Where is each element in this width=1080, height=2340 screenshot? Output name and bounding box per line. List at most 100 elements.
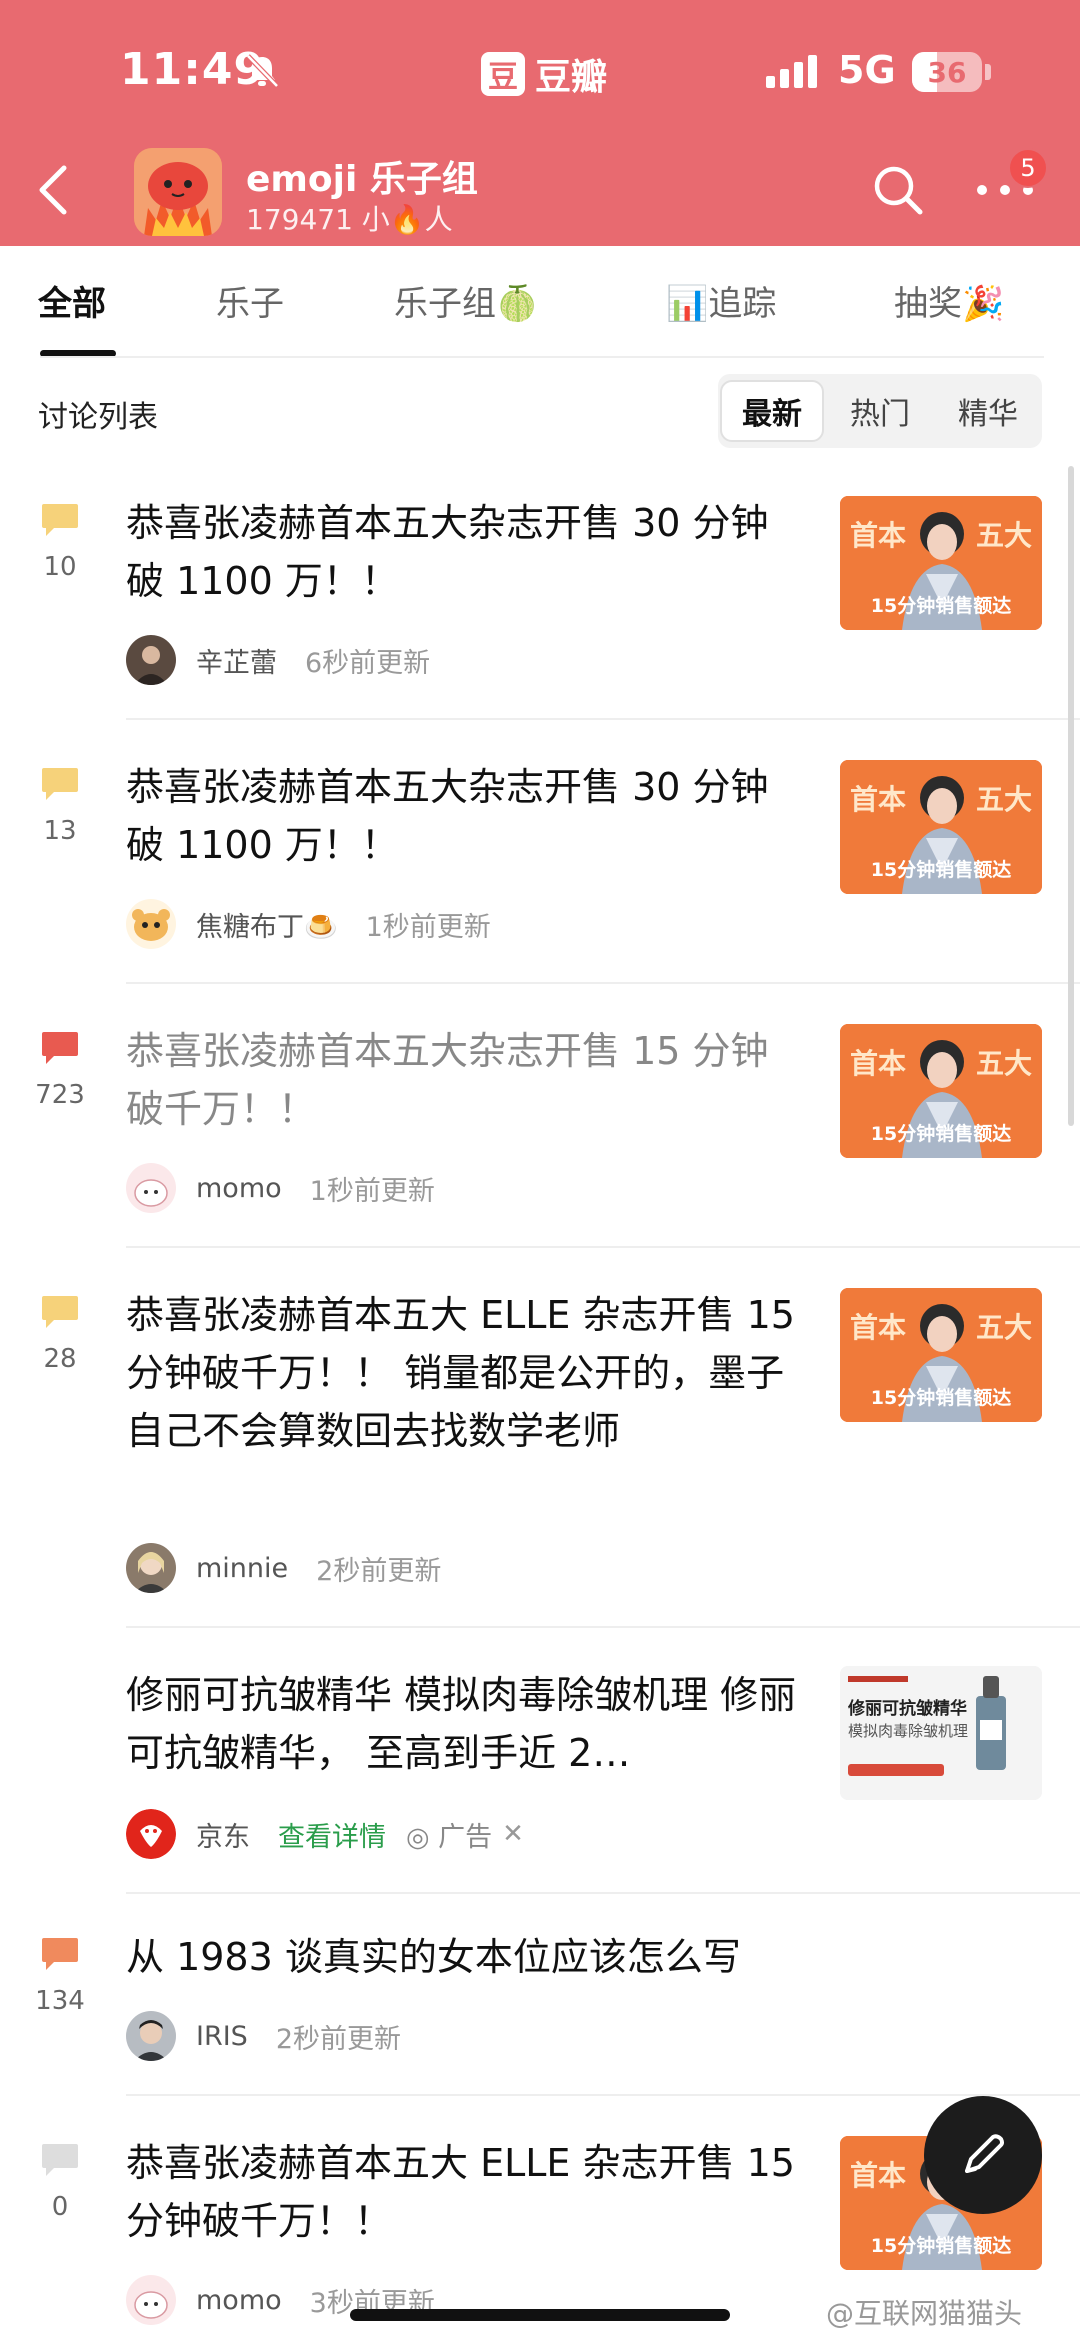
author-name[interactable]: IRIS (196, 2021, 248, 2052)
comment-bubble-icon (40, 2142, 80, 2178)
updated-time: 2秒前更新 (316, 1555, 442, 1587)
post-title[interactable]: 恭喜张凌赫首本五大 ELLE 杂志开售 15 分钟破千万！！ (126, 2134, 806, 2250)
post-thumbnail[interactable]: 首本 五大 15分钟销售额达 (840, 1024, 1042, 1158)
item-divider (126, 718, 1080, 720)
ad-title[interactable]: 修丽可抗皱精华 模拟肉毒除皱机理 修丽可抗皱精华， 至高到手近 2… (126, 1666, 806, 1782)
group-avatar[interactable] (134, 148, 222, 236)
tab-all[interactable]: 全部 (38, 276, 106, 325)
view-details-link[interactable]: 查看详情 (278, 1815, 386, 1854)
post-meta: IRIS 2秒前更新 (126, 2010, 401, 2062)
back-arrow-icon[interactable] (30, 160, 80, 220)
signal-icon (766, 55, 817, 88)
post-title[interactable]: 恭喜张凌赫首本五大杂志开售 15 分钟破千万！！ (126, 1022, 806, 1138)
notification-badge: 5 (1008, 148, 1048, 188)
avatar[interactable] (126, 2275, 176, 2325)
comment-bubble-icon (40, 1030, 80, 1066)
ad-image-text: 模拟肉毒除皱机理 (848, 1722, 969, 1740)
item-divider (126, 982, 1080, 984)
tab-tracking[interactable]: 📊追踪 (666, 276, 776, 325)
comment-bubble-icon (40, 502, 80, 538)
comment-bubble-icon (40, 1936, 80, 1972)
search-icon[interactable] (870, 162, 926, 218)
post-title[interactable]: 恭喜张凌赫首本五大 ELLE 杂志开售 15 分钟破千万！！ 销量都是公开的，墨… (126, 1286, 806, 1460)
battery-percent: 36 (927, 55, 967, 89)
comment-count: 134 (35, 1986, 85, 2016)
ad-image-text: 修丽可抗皱精华 (848, 1699, 967, 1719)
bell-muted-icon (246, 54, 279, 88)
post-title[interactable]: 恭喜张凌赫首本五大杂志开售 30 分钟破 1100 万！！ (126, 494, 806, 610)
scrollbar[interactable] (1068, 466, 1074, 1126)
tabs-divider (40, 356, 1044, 358)
item-divider (126, 2094, 1080, 2096)
app-indicator: 豆 豆瓣 (481, 48, 607, 100)
new-post-button[interactable] (924, 2096, 1042, 2214)
comment-count: 10 (43, 552, 77, 582)
thumb-caption: 15分钟销售额达 (870, 859, 1012, 881)
watermark: @互联网猫猫头 (826, 2297, 1023, 2330)
comment-count: 28 (43, 1344, 77, 1374)
pen-icon (965, 2134, 1004, 2173)
category-tabs: 全部 乐子 乐子组🍈 📊追踪 抽奖🎉 (0, 246, 1080, 356)
ad-close-icon[interactable]: ✕ (502, 1819, 524, 1849)
tab-lezi-group[interactable]: 乐子组🍈 (394, 276, 538, 325)
avatar[interactable] (126, 1543, 176, 1593)
tab-lottery[interactable]: 抽奖🎉 (894, 276, 1004, 325)
updated-time: 1秒前更新 (365, 911, 491, 943)
post-title[interactable]: 恭喜张凌赫首本五大杂志开售 30 分钟破 1100 万！！ (126, 758, 806, 874)
post-title[interactable]: 从 1983 谈真实的女本位应该怎么写 (126, 1928, 806, 1986)
sort-segmented-control: 最新 热门 精华 (718, 374, 1042, 448)
thumb-text-right: 五大 (975, 519, 1032, 552)
thumb-caption: 15分钟销售额达 (870, 2235, 1012, 2257)
ad-meta: 京东 查看详情 ◎ 广告 ✕ (126, 1808, 524, 1860)
douban-logo-icon: 豆 (481, 52, 525, 96)
thumb-text-left: 首本 (850, 519, 907, 552)
item-divider (126, 1892, 1080, 1894)
group-title: emoji 乐子组 (246, 159, 478, 200)
avatar[interactable] (126, 899, 176, 949)
status-bar: 11:49 豆 豆瓣 5G 36 (0, 0, 1080, 150)
post-thumbnail[interactable]: 首本 五大 15分钟销售额达 (840, 760, 1042, 894)
comment-bubble-icon (40, 766, 80, 802)
avatar[interactable] (126, 635, 176, 685)
avatar[interactable] (126, 1809, 176, 1859)
comment-count: 13 (43, 816, 77, 846)
author-name[interactable]: momo (196, 2285, 282, 2316)
sort-latest-button[interactable]: 最新 (720, 380, 824, 442)
sort-hot-button[interactable]: 热门 (828, 380, 932, 442)
updated-time: 6秒前更新 (305, 647, 431, 679)
tab-lezi[interactable]: 乐子 (216, 276, 284, 325)
thumb-text-right: 五大 (975, 1311, 1032, 1344)
network-type: 5G (838, 48, 896, 92)
discussion-list-title: 讨论列表 (38, 400, 158, 435)
updated-time: 1秒前更新 (309, 1175, 435, 1207)
app-name: 豆瓣 (535, 57, 608, 98)
post-thumbnail[interactable]: 首本 五大 15分钟销售额达 (840, 496, 1042, 630)
ad-label: ◎ 广告 (406, 1821, 493, 1853)
avatar[interactable] (126, 2011, 176, 2061)
author-name[interactable]: 辛芷蕾 (196, 641, 277, 680)
thumb-text-left: 首本 (850, 2159, 907, 2192)
thumb-caption: 15分钟销售额达 (870, 595, 1012, 617)
advertiser-name[interactable]: 京东 (196, 1815, 250, 1854)
author-name[interactable]: 焦糖布丁🍮 (196, 905, 338, 944)
avatar[interactable] (126, 1163, 176, 1213)
fire-monster-avatar-icon (134, 148, 222, 236)
updated-time: 2秒前更新 (275, 2023, 402, 2055)
post-meta: 辛芷蕾 6秒前更新 (126, 634, 430, 686)
thumb-caption: 15分钟销售额达 (870, 1123, 1012, 1145)
sort-featured-button[interactable]: 精华 (936, 380, 1040, 442)
home-indicator[interactable] (350, 2309, 730, 2321)
author-name[interactable]: minnie (196, 1553, 288, 1584)
post-meta: momo 1秒前更新 (126, 1162, 435, 1214)
author-name[interactable]: momo (196, 1173, 282, 1204)
thumb-text-right: 五大 (975, 783, 1032, 816)
post-meta: 焦糖布丁🍮 1秒前更新 (126, 898, 491, 950)
thumb-text-right: 五大 (975, 1047, 1032, 1080)
ad-thumbnail[interactable]: 修丽可抗皱精华 模拟肉毒除皱机理 (840, 1666, 1042, 1800)
comment-count: 0 (51, 2192, 69, 2222)
post-thumbnail[interactable]: 首本 五大 15分钟销售额达 (840, 1288, 1042, 1422)
battery-tip (985, 64, 991, 80)
battery-indicator: 36 (912, 52, 982, 92)
item-divider (126, 1626, 1080, 1628)
group-member-count: 179471 小🔥人 (246, 203, 453, 236)
